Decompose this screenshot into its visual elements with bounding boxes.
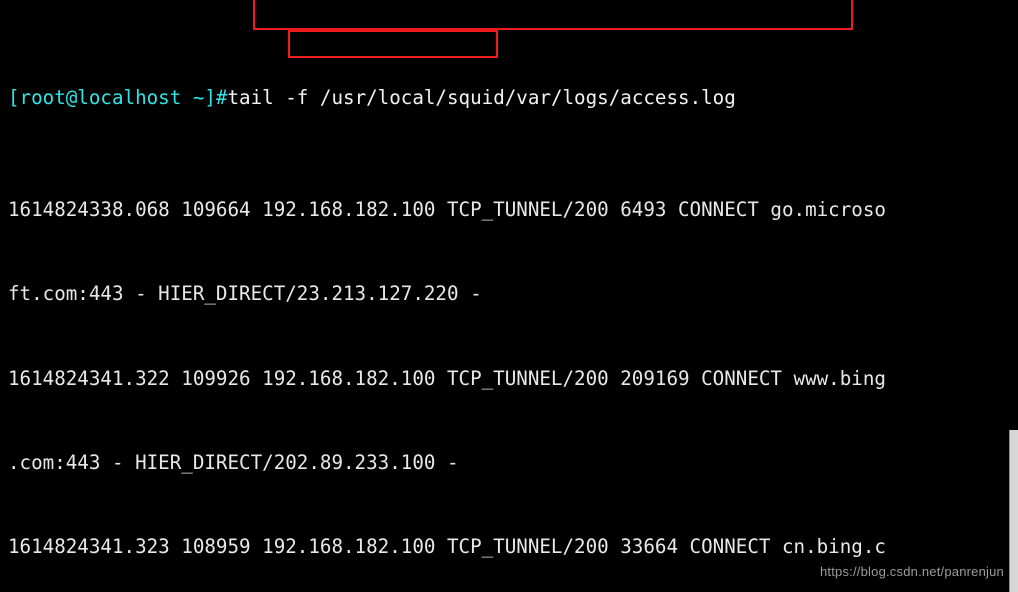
shell-command: tail -f /usr/local/squid/var/logs/access… xyxy=(227,86,736,110)
terminal-output-area[interactable]: [root@localhost ~]#tail -f /usr/local/sq… xyxy=(8,0,1018,592)
shell-prompt: [root@localhost ~]# xyxy=(8,86,228,110)
log-line: 1614824341.322 109926 192.168.182.100 TC… xyxy=(8,366,886,390)
log-line: ft.com:443 - HIER_DIRECT/23.213.127.220 … xyxy=(8,282,482,306)
log-line: .com:443 - HIER_DIRECT/202.89.233.100 - xyxy=(8,450,459,474)
command-line: [root@localhost ~]#tail -f /usr/local/sq… xyxy=(8,84,1018,112)
log-line: 1614824338.068 109664 192.168.182.100 TC… xyxy=(8,198,886,222)
scrollbar-track[interactable] xyxy=(1009,0,1018,592)
log-line: 1614824341.323 108959 192.168.182.100 TC… xyxy=(8,534,886,558)
scrollbar-thumb[interactable] xyxy=(1009,430,1018,592)
watermark-text: https://blog.csdn.net/panrenjun xyxy=(820,563,1004,579)
terminal-window[interactable]: [root@localhost ~]#tail -f /usr/local/sq… xyxy=(0,0,1018,592)
